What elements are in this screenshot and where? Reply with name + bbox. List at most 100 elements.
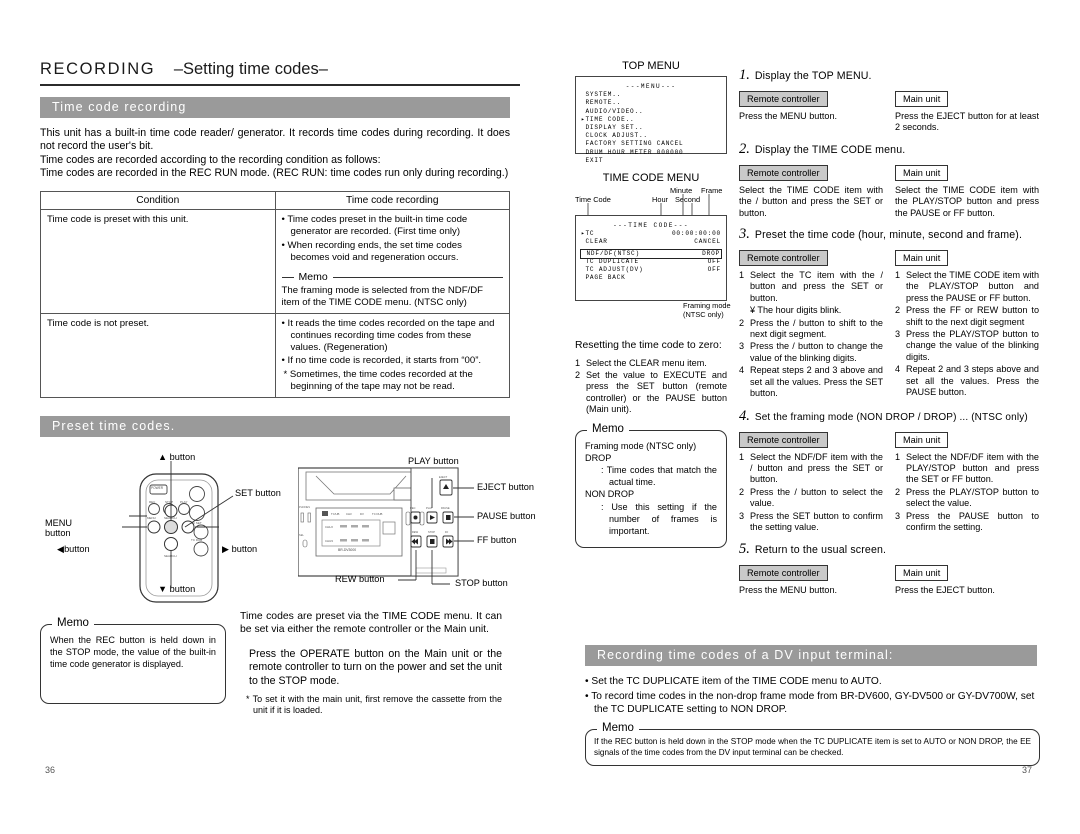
tc-menu-row-clear: CLEAR CANCEL — [581, 238, 721, 246]
label-up-button: ▲ button — [158, 451, 196, 462]
intro-text: This unit has a built-in time code reade… — [40, 127, 510, 181]
intro-line-3: Time codes are recorded in the REC RUN m… — [40, 167, 509, 180]
list-item: 1 Select the NDF/DF item with the PLAY/ST… — [895, 452, 1039, 486]
chapter-sub: –Setting time codes– — [173, 60, 328, 78]
list-item: 2 Press the / button to shift to the next… — [739, 318, 883, 341]
tc-menu-header: ---TIME CODE--- — [613, 222, 689, 229]
label-down-button: ▼ button — [158, 583, 196, 594]
paragraph-1-text: Time codes are preset via the TIME CODE … — [240, 610, 502, 635]
memo-body: When the REC button is held down in the … — [50, 634, 216, 670]
main-unit-column: Main unit Select the TIME CODE item with… — [895, 163, 1039, 219]
list-item: 1 Select the TC item with the / button an… — [739, 270, 883, 304]
remote-instruction: Press the MENU button. — [739, 111, 838, 121]
step-heading: 1. Display the TOP MENU. — [739, 67, 1039, 84]
top-menu-header: ---MENU--- — [625, 83, 677, 90]
remote-column: Remote controller Press the MENU button. — [739, 89, 883, 134]
step-4-columns: Remote controller 1 Select the NDF/DF ite… — [739, 430, 1039, 535]
top-menu-item: REMOTE.. — [581, 99, 721, 107]
main-unit-column: Main unit 1 Select the NDF/DF item with t… — [895, 430, 1039, 535]
tag-main-unit: Main unit — [895, 164, 949, 181]
list-text: Press the / button to change the value o… — [750, 341, 883, 363]
step-1-columns: Remote controller Press the MENU button.… — [739, 89, 1039, 134]
top-menu-item-label: CLOCK ADJUST.. — [585, 132, 648, 140]
list-number: 1 — [895, 270, 901, 281]
list-item: 4 Repeat 2 and 3 steps above and set all … — [895, 364, 1039, 398]
top-menu-item: DISPLAY SET.. — [581, 124, 721, 132]
top-menu-item: FACTORY SETTING CANCEL — [581, 140, 721, 148]
bullet: When recording ends, the set time codes … — [282, 240, 504, 264]
label-menu-button: MENU button — [45, 517, 73, 538]
chapter-main: RECORDING — [40, 60, 156, 78]
memo-title: Memo — [597, 722, 639, 734]
intro-line-1: This unit has a built-in time code reade… — [40, 127, 510, 153]
label-stop-button: STOP button — [455, 577, 508, 588]
osd-column: TOP MENU ---MENU--- SYSTEM.. REMOTE.. AU… — [575, 60, 731, 597]
list-item: 3 Press the PAUSE button to confirm the s… — [895, 511, 1039, 534]
memo-title: Memo — [587, 422, 629, 435]
callout-hour: Hour — [652, 195, 669, 204]
callout-framing-mode: Framing mode (NTSC only) — [683, 301, 731, 319]
svg-text:PLAY: PLAY — [180, 500, 187, 504]
footnote: * Sometimes, the time codes recorded at … — [283, 369, 473, 392]
reset-steps: 1 Select the CLEAR menu item. 2 Set the va… — [575, 358, 727, 416]
label-left-button: ◀button — [57, 543, 90, 554]
left-page: RECORDING –Setting time codes– Time code… — [40, 60, 540, 716]
main-unit-instruction: Press the EJECT button for at least 2 se… — [895, 111, 1039, 133]
memo-heading: Memo — [281, 271, 503, 284]
table-cell-condition: Time code is preset with this unit. — [40, 209, 276, 314]
remote-steps: 1 Select the NDF/DF item with the / butto… — [739, 452, 883, 534]
memo-inline: Memo The framing mode is selected from t… — [281, 271, 503, 309]
svg-text:BR-DV3000: BR-DV3000 — [338, 548, 356, 552]
list-number: 3 — [895, 510, 901, 521]
memo-line: NON DROP — [585, 489, 635, 500]
list-number: 2 — [895, 305, 901, 316]
main-unit-instruction: Press the EJECT button. — [895, 585, 995, 596]
list-number: 3 — [739, 510, 745, 521]
list-text: Press the PLAY/STOP button to change the… — [906, 329, 1039, 362]
svg-text:CH1/2: CH1/2 — [325, 525, 333, 529]
tag-main-unit: Main unit — [895, 565, 949, 582]
paragraph-3: * To set it with the main unit, first re… — [246, 693, 502, 715]
svg-text:CH3: CH3 — [346, 512, 352, 516]
remote-column: Remote controller Select the TIME CODE i… — [739, 163, 883, 219]
svg-text:REC: REC — [149, 500, 156, 504]
top-menu-item: EXIT — [581, 157, 721, 165]
reset-heading: Resetting the time code to zero: — [575, 340, 722, 351]
memo-title: Memo — [52, 616, 94, 629]
tc-menu-row-ndfdf: NDF/DF(NTSC) DROP — [580, 248, 722, 259]
rule-left — [281, 277, 294, 278]
memo-framing-mode: Memo Framing mode (NTSC only) DROP : Tim… — [575, 422, 727, 548]
list-item: 3 Press the / button to change the value … — [739, 341, 883, 364]
paragraph-2-text: Press the OPERATE button on the Main uni… — [249, 647, 502, 687]
bullet: If no time code is recorded, it starts f… — [282, 355, 504, 367]
tag-remote-controller: Remote controller — [739, 164, 828, 181]
list-item: 3 Press the PLAY/STOP button to change th… — [895, 329, 1039, 363]
svg-text:SEARCH: SEARCH — [164, 554, 177, 558]
tc-menu-row-tc: ▸TC 00:00:00:00 — [581, 230, 721, 238]
tc-row-label: TC ADJUST(DV) — [585, 266, 644, 274]
svg-text:FF: FF — [445, 530, 449, 534]
step-number: 3. — [739, 226, 750, 243]
callout-second: Second — [675, 195, 701, 204]
page-number-right: 37 — [1022, 765, 1033, 775]
top-menu-item-label: EXIT — [585, 156, 604, 164]
remote-controller-illustration: POWER REC STOP PLAY MENU SEARCH SEARCH T… — [122, 460, 234, 603]
intro-line-2: Time codes are recorded according to the… — [40, 153, 381, 166]
top-menu-item: AUDIO/VIDEO.. — [581, 108, 721, 116]
table-row: Time code is preset with this unit. Time… — [40, 209, 510, 314]
main-unit-column: Main unit 1 Select the TIME CODE item wit… — [895, 248, 1039, 400]
bullet: It reads the time codes recorded on the … — [282, 318, 504, 353]
step-number: 5. — [739, 541, 750, 558]
memo-line: : Use this setting if the number of fram… — [601, 501, 717, 537]
list-number: 1 — [739, 270, 745, 281]
tag-remote-controller: Remote controller — [739, 431, 828, 448]
svg-text:SEARCH: SEARCH — [164, 516, 177, 520]
step-number: 4. — [739, 407, 750, 424]
condition-table: Condition Time code recording Time code … — [40, 190, 510, 398]
list-item: 1 Select the CLEAR menu item. — [575, 358, 727, 369]
top-menu-item-label: DISPLAY SET.. — [585, 124, 644, 132]
tag-remote-controller: Remote controller — [739, 91, 828, 107]
list-item: 2 Set the value to EXECUTE and press the … — [575, 370, 727, 416]
step-heading: 3. Preset the time code (hour, minute, s… — [739, 226, 1039, 243]
step-heading: 5. Return to the usual screen. — [739, 541, 1039, 558]
